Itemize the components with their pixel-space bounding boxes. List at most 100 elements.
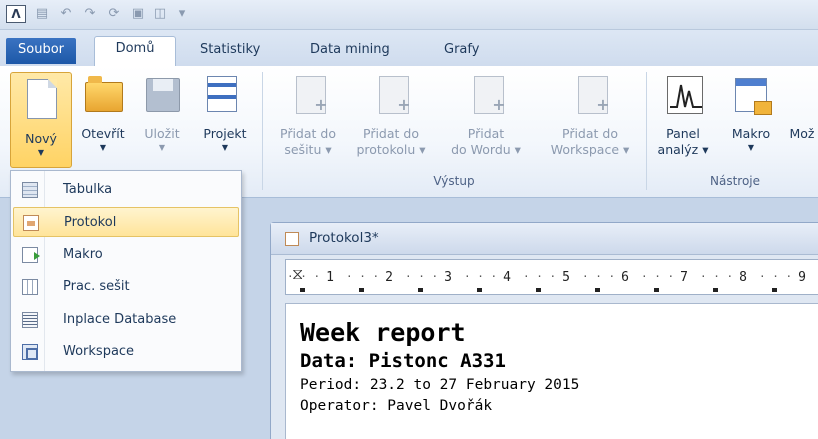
tab-stop-marker[interactable] [477,288,482,292]
workbook-icon [22,279,38,295]
macro-label: Makro [731,126,771,141]
options-icon [787,72,817,120]
tab-stop-marker[interactable] [595,288,600,292]
ruler-number: 8 [739,270,747,285]
chevron-down-icon: ▼ [747,143,755,152]
menu-item-workbook[interactable]: Prac. sešit [13,272,239,302]
save-icon[interactable]: ▤ [32,5,52,23]
report-title: Week report [300,318,466,347]
tab-home[interactable]: Domů [94,36,176,66]
tab-statistics[interactable]: Statistiky [188,38,272,66]
document-title: Protokol3* [309,230,379,246]
database-icon [22,312,38,328]
menu-item-workspace[interactable]: Workspace [13,337,239,367]
menu-item-label: Inplace Database [63,312,177,327]
word-add-icon: + [464,72,508,120]
ruler-number: 5 [562,270,570,285]
macro-icon [22,247,40,263]
ruler-minor-ticks: · · · [641,270,675,283]
ruler-minor-ticks: · · · [287,270,321,283]
ruler-number: 2 [385,270,393,285]
folder-icon [81,72,125,120]
tab-file[interactable]: Soubor [6,38,76,64]
ruler-number: 9 [798,270,806,285]
add-to-word-button[interactable]: + Přidat do Wordu ▾ [436,72,536,158]
menu-item-label: Protokol [64,215,117,230]
tab-stop-marker[interactable] [713,288,718,292]
report-operator-line: Operator: Pavel Dvořák [300,398,493,414]
analysis-panel-button[interactable]: Panel analýz ▾ [652,72,714,158]
document-page[interactable]: Week report Data: Pistonc A331 Period: 2… [285,303,818,439]
panel-line1: Panel [666,126,700,141]
panel-line2: analýz [657,142,699,157]
report-period-line: Period: 23.2 to 27 February 2015 [300,377,580,393]
add-workspace-line2: Workspace [550,142,620,157]
protocol-add-icon: + [369,72,413,120]
ruler-minor-ticks: · · · [405,270,439,283]
tab-stop-marker[interactable] [536,288,541,292]
menu-item-table[interactable]: Tabulka [13,175,239,205]
report-data-line: Data: Pistonc A331 [300,350,506,372]
workbook-add-icon: + [286,72,330,120]
waveform-icon [661,72,705,120]
new-button[interactable]: Nový ▼ [10,72,72,168]
tab-stop-marker[interactable] [359,288,364,292]
tab-stop-marker[interactable] [418,288,423,292]
options-label: Mož [789,126,815,141]
ruler-number: 4 [503,270,511,285]
menu-item-macro[interactable]: Makro [13,240,239,270]
undo-icon[interactable]: ↶ [56,5,76,23]
macro-button[interactable]: Makro ▼ [722,72,780,154]
project-icon [203,72,247,120]
add-to-protocol-button[interactable]: + Přidat do protokolu ▾ [350,72,432,158]
menu-item-label: Makro [63,247,103,262]
workspace-add-icon: + [568,72,612,120]
tab-charts[interactable]: Grafy [432,38,491,66]
tab-stop-marker[interactable] [772,288,777,292]
app-logo-icon[interactable]: Λ [6,5,26,23]
ruler-minor-ticks: · · · [523,270,557,283]
new-dropdown-menu: Tabulka Protokol Makro Prac. sešit Inpla… [10,170,242,372]
print-icon[interactable]: ▣ [128,5,148,23]
add-workbook-line2: sešitu [284,142,322,157]
menu-item-label: Workspace [63,344,135,359]
project-button[interactable]: Projekt ▼ [196,72,254,154]
open-label: Otevřít [81,126,125,141]
window-icon[interactable]: ◫ [150,5,170,23]
protocol-document-icon [285,232,299,246]
add-word-line2: do Wordu [451,142,511,157]
group-separator [262,72,263,190]
tab-data-mining[interactable]: Data mining [298,38,402,66]
ruler-minor-ticks: · · · [582,270,616,283]
project-label: Projekt [203,126,247,141]
ruler-minor-ticks: · · · [464,270,498,283]
chevron-down-icon: ▼ [37,148,45,157]
ruler-number: 7 [680,270,688,285]
menu-item-label: Prac. sešit [63,279,130,294]
add-protocol-line2: protokolu [356,142,416,157]
menu-item-inplace-database[interactable]: Inplace Database [13,305,239,335]
save-label: Uložit [144,126,180,141]
ruler-minor-ticks: · · · [759,270,793,283]
ribbon-tabs: Soubor Domů Statistiky Data mining Grafy [0,30,818,66]
menu-item-protocol[interactable]: Protokol [13,207,239,237]
add-to-workspace-button[interactable]: + Přidat do Workspace ▾ [540,72,640,158]
ruler-minor-ticks: · · · [700,270,734,283]
add-to-workbook-button[interactable]: + Přidat do sešitu ▾ [268,72,348,158]
document-window: Protokol3* ⧖ 1 · · · 2 · · · 3 · · · 4 · · · 5 · … [270,222,818,439]
ruler-number: 6 [621,270,629,285]
refresh-icon[interactable]: ⟳ [104,5,124,23]
tab-stop-marker[interactable] [300,288,305,292]
document-titlebar[interactable]: Protokol3* [271,223,818,255]
floppy-icon [140,72,184,120]
options-button[interactable]: Mož [782,72,818,142]
customize-dropdown-icon[interactable]: ▾ [172,5,192,23]
ruler[interactable]: ⧖ 1 · · · 2 · · · 3 · · · 4 · · · 5 · · · 6 · · · 7 ·… [285,259,818,295]
save-button[interactable]: Uložit ▼ [136,72,188,154]
open-button[interactable]: Otevřít ▼ [76,72,130,154]
redo-icon[interactable]: ↷ [80,5,100,23]
add-workspace-line1: Přidat do [562,126,618,141]
tab-stop-marker[interactable] [654,288,659,292]
group-label-output: Výstup [433,174,475,188]
new-document-icon [19,77,63,125]
